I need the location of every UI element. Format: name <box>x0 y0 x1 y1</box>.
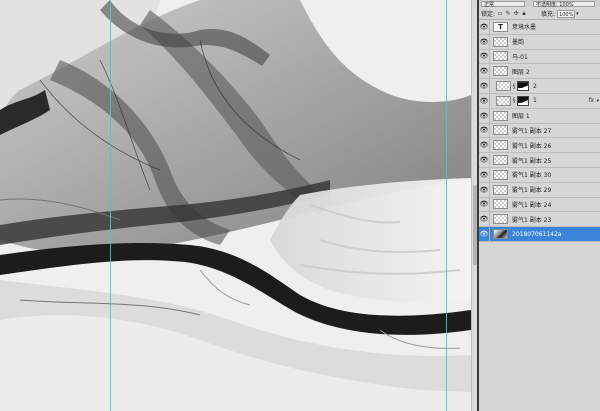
layer-mask-thumbnail[interactable] <box>517 95 529 106</box>
visibility-divider <box>489 93 490 108</box>
layer-name[interactable]: 雾气1 副本 25 <box>512 156 551 165</box>
eye-icon[interactable]: 👁︎ <box>479 215 489 223</box>
visibility-divider <box>489 153 490 168</box>
eye-icon[interactable]: 👁︎ <box>479 23 489 31</box>
fx-icon[interactable]: fx <box>588 97 594 104</box>
layer-thumbnail[interactable] <box>496 95 511 106</box>
visibility-divider <box>489 49 490 64</box>
eye-icon[interactable]: 👁︎ <box>479 67 489 75</box>
layer-thumbnail[interactable]: T <box>493 21 508 32</box>
layer-name[interactable]: 雾气1 副本 24 <box>512 200 551 209</box>
layer-name[interactable]: 墨韵 <box>512 37 524 46</box>
visibility-divider <box>489 123 490 138</box>
visibility-divider <box>489 108 490 123</box>
layer-thumbnail[interactable] <box>493 125 508 136</box>
layer-thumbnail[interactable] <box>493 110 508 121</box>
eye-icon[interactable]: 👁︎ <box>479 52 489 60</box>
layer-name[interactable]: 意境水墨 <box>512 22 536 31</box>
layer-name[interactable]: 马-01 <box>512 52 528 61</box>
fx-expand-icon[interactable]: ▾ <box>596 98 599 104</box>
lock-label: 锁定: <box>481 11 496 18</box>
layer-name[interactable]: 2 <box>533 83 537 90</box>
guide-line-left[interactable] <box>110 0 111 411</box>
visibility-divider <box>489 227 490 242</box>
layer-thumbnail[interactable] <box>493 51 508 62</box>
guide-line-right[interactable] <box>446 0 447 411</box>
visibility-divider <box>489 182 490 197</box>
layer-name[interactable]: 1 <box>533 97 537 104</box>
visibility-divider <box>489 64 490 79</box>
lock-all-icon[interactable]: 🔒︎ <box>521 10 527 17</box>
visibility-divider <box>489 19 490 34</box>
chevron-down-icon[interactable]: ▾ <box>576 11 579 17</box>
eye-icon[interactable]: 👁︎ <box>479 156 489 164</box>
layer-name[interactable]: 20180706114​2a <box>512 231 562 238</box>
opacity-field[interactable]: 不透明度: 100% <box>533 0 595 8</box>
eye-icon[interactable]: 👁︎ <box>479 230 489 238</box>
layer-thumbnail[interactable] <box>493 184 508 195</box>
layer-list: 👁︎ T 意境水墨 👁︎ 墨韵 👁︎ 马-01 👁︎ 图层 2 👁︎ § 2 👁︎ § 1 fx ▾ 👁︎ 图层 1… <box>479 19 600 242</box>
eye-icon[interactable]: 👁︎ <box>479 200 489 208</box>
layer-thumbnail[interactable] <box>493 155 508 166</box>
layer-thumbnail[interactable] <box>493 140 508 151</box>
lock-paint-icon[interactable]: ✎ <box>505 10 511 17</box>
eye-icon[interactable]: 👁︎ <box>479 38 489 46</box>
layer-thumbnail[interactable] <box>496 81 511 92</box>
visibility-divider <box>489 197 490 212</box>
fill-label: 填充: <box>541 11 556 18</box>
document-canvas[interactable] <box>0 0 471 411</box>
layer-row[interactable]: 👁︎ 雾气1 副本 30 <box>479 167 600 183</box>
layer-row[interactable]: 👁︎ 图层 1 <box>479 108 600 124</box>
eye-icon[interactable]: 👁︎ <box>479 82 489 90</box>
layer-thumbnail[interactable] <box>493 214 508 225</box>
layers-panel: 正常 不透明度: 100% 锁定: ▫ ✎ ✣ 🔒︎ 填充: 100% ▾ 👁︎… <box>479 0 600 411</box>
visibility-divider <box>489 167 490 182</box>
layer-name[interactable]: 图层 2 <box>512 67 530 76</box>
layer-name[interactable]: 雾气1 副本 29 <box>512 185 551 194</box>
eye-icon[interactable]: 👁︎ <box>479 97 489 105</box>
visibility-divider <box>489 212 490 227</box>
fill-input[interactable]: 100% <box>557 9 576 18</box>
eye-icon[interactable]: 👁︎ <box>479 112 489 120</box>
visibility-divider <box>489 79 490 94</box>
layer-row[interactable]: 👁︎ 雾气1 副本 26 <box>479 138 600 154</box>
layer-row[interactable]: 👁︎ 雾气1 副本 25 <box>479 153 600 168</box>
layer-row[interactable]: 👁︎ T 意境水墨 <box>479 19 600 35</box>
layer-row[interactable]: 👁︎ § 1 fx ▾ <box>479 93 600 109</box>
layer-thumbnail[interactable] <box>493 66 508 77</box>
eye-icon[interactable]: 👁︎ <box>479 141 489 149</box>
layer-row[interactable]: 👁︎ 雾气1 副本 29 <box>479 182 600 198</box>
eye-icon[interactable]: 👁︎ <box>479 171 489 179</box>
blend-mode-select[interactable]: 正常 <box>481 0 525 8</box>
layer-thumbnail[interactable] <box>493 36 508 47</box>
layer-row[interactable]: 👁︎ 雾气1 副本 24 <box>479 197 600 213</box>
layer-row[interactable]: 👁︎ 20180706114​2a <box>479 227 600 242</box>
layer-row[interactable]: 👁︎ 墨韵 <box>479 34 600 50</box>
layer-row[interactable]: 👁︎ § 2 <box>479 79 600 94</box>
eye-icon[interactable]: 👁︎ <box>479 186 489 194</box>
layer-thumbnail[interactable] <box>493 169 508 180</box>
layer-row[interactable]: 👁︎ 马-01 <box>479 49 600 65</box>
blend-options-row: 正常 不透明度: 100% <box>479 0 600 8</box>
layer-row[interactable]: 👁︎ 雾气1 副本 23 <box>479 212 600 228</box>
layer-name[interactable]: 雾气1 副本 30 <box>512 170 551 179</box>
lock-options-row: 锁定: ▫ ✎ ✣ 🔒︎ 填充: 100% ▾ <box>479 8 600 20</box>
lock-move-icon[interactable]: ✣ <box>513 10 519 17</box>
layer-name[interactable]: 雾气1 副本 23 <box>512 215 551 224</box>
layer-mask-thumbnail[interactable] <box>517 81 529 92</box>
layer-name[interactable]: 雾气1 副本 27 <box>512 126 551 135</box>
layer-thumbnail[interactable] <box>493 199 508 210</box>
layer-thumbnail[interactable] <box>493 229 508 240</box>
layer-name[interactable]: 雾气1 副本 26 <box>512 141 551 150</box>
layer-row[interactable]: 👁︎ 图层 2 <box>479 64 600 80</box>
ink-artwork <box>0 0 471 411</box>
lock-pixels-icon[interactable]: ▫ <box>497 10 503 17</box>
layer-row[interactable]: 👁︎ 雾气1 副本 27 <box>479 123 600 139</box>
visibility-divider <box>489 138 490 153</box>
visibility-divider <box>489 34 490 49</box>
layer-name[interactable]: 图层 1 <box>512 111 530 120</box>
eye-icon[interactable]: 👁︎ <box>479 126 489 134</box>
